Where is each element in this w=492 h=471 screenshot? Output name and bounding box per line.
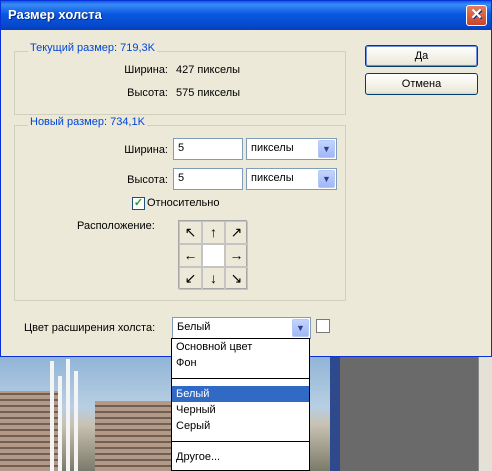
option-foreground[interactable]: Основной цвет [172,339,309,355]
extension-color-value: Белый [177,321,211,333]
workspace-background [340,355,492,471]
chevron-down-icon[interactable]: ▼ [318,140,335,158]
chevron-down-icon[interactable]: ▼ [292,319,309,337]
option-gray[interactable]: Серый [172,418,309,434]
anchor-center[interactable] [202,244,225,267]
dialog-titlebar[interactable]: Размер холста ✕ [1,1,491,30]
dropdown-separator [172,371,309,379]
relative-label[interactable]: Относительно [147,197,219,209]
anchor-top-left-icon[interactable]: ↖ [179,221,202,244]
extension-color-label: Цвет расширения холста: [24,322,156,334]
anchor-left-icon[interactable]: ← [179,244,202,267]
dropdown-separator [172,434,309,442]
current-size-group [14,51,346,115]
workspace-strip [330,355,340,471]
anchor-top-icon[interactable]: ↑ [202,221,225,244]
option-black[interactable]: Черный [172,402,309,418]
cancel-button[interactable]: Отмена [365,73,478,95]
current-height-value: 575 пикселы [176,87,241,99]
anchor-bottom-icon[interactable]: ↓ [202,267,225,290]
width-unit-select[interactable]: пикселы ▼ [246,138,337,160]
width-input[interactable]: 5 [173,138,243,160]
monument-spike [74,371,78,471]
dialog-title: Размер холста [8,7,102,22]
extension-color-swatch[interactable] [316,319,330,333]
new-height-label: Высота: [127,174,168,186]
new-size-title: Новый размер: 734,1K [28,116,147,128]
monument-spike [66,359,70,471]
anchor-right-icon[interactable]: → [225,244,248,267]
anchor-bottom-right-icon[interactable]: ↘ [225,267,248,290]
monument-spike [58,376,62,471]
height-unit-value: пикселы [251,172,294,184]
height-unit-select[interactable]: пикселы ▼ [246,168,337,190]
current-height-label: Высота: [127,87,168,99]
close-icon[interactable]: ✕ [466,5,487,26]
anchor-label: Расположение: [77,220,155,232]
chevron-down-icon[interactable]: ▼ [318,170,335,188]
option-white[interactable]: Белый [172,386,309,402]
monument-spike [50,361,54,471]
anchor-top-right-icon[interactable]: ↗ [225,221,248,244]
anchor-bottom-left-icon[interactable]: ↙ [179,267,202,290]
option-background[interactable]: Фон [172,355,309,371]
anchor-grid: ↖ ↑ ↗ ← → ↙ ↓ ↘ [178,220,248,290]
extension-color-dropdown: Основной цвет Фон Белый Черный Серый Дру… [171,338,310,471]
current-size-title: Текущий размер: 719,3K [28,42,157,54]
canvas-size-dialog: Размер холста ✕ Текущий размер: 719,3K Ш… [0,0,492,357]
relative-checkbox[interactable]: ✓ [132,197,145,210]
width-unit-value: пикселы [251,142,294,154]
extension-color-select[interactable]: Белый ▼ [172,317,311,339]
new-width-label: Ширина: [124,144,168,156]
current-width-value: 427 пикселы [176,64,241,76]
height-input[interactable]: 5 [173,168,243,190]
ok-button[interactable]: Да [365,45,478,67]
current-width-label: Ширина: [124,64,168,76]
side-panel [478,355,492,471]
option-other[interactable]: Другое... [172,449,309,465]
